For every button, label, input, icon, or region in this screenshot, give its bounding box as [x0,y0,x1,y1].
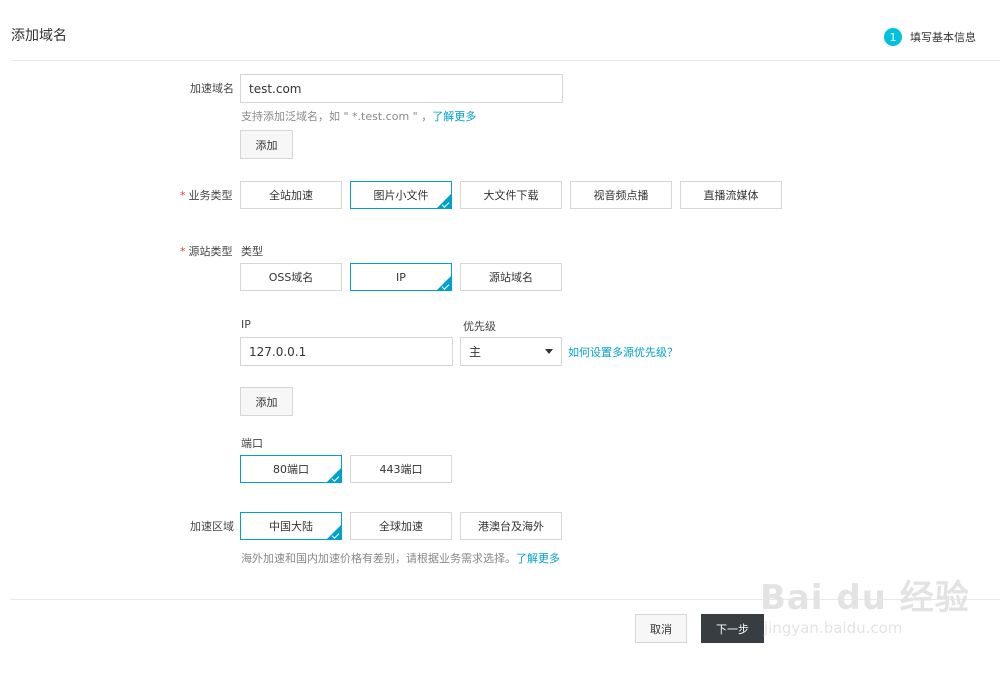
option-label: 中国大陆 [269,520,313,533]
chevron-down-icon [545,349,553,354]
business-option-vod[interactable]: 视音频点播 [570,181,672,209]
option-label: 80端口 [273,463,309,476]
header-divider [10,60,1000,61]
add-origin-button[interactable]: 添加 [240,387,293,416]
option-label: 视音频点播 [593,189,649,202]
required-mark: * [180,245,186,258]
watermark-brand: Bai du 经验 [760,578,970,618]
domain-hint-text: 支持添加泛域名，如 " *.test.com " ， [241,110,433,123]
region-learn-more-link[interactable]: 了解更多 [516,552,560,565]
domain-learn-more-link[interactable]: 了解更多 [432,110,476,123]
origin-type-label-text: 源站类型 [188,245,233,258]
next-button[interactable]: 下一步 [701,614,764,643]
priority-label: 优先级 [463,320,496,333]
step-indicator: 1 填写基本信息 [884,28,976,46]
origin-option-ip[interactable]: IP [350,263,452,291]
baidu-watermark: Bai du 经验 jingyan.baidu.com [760,570,990,660]
option-label: IP [396,270,406,284]
region-label: 加速区域 [190,520,234,533]
port-option-443[interactable]: 443端口 [350,455,452,483]
option-label: 全站加速 [269,189,313,202]
business-option-image-small-file[interactable]: 图片小文件 [350,181,452,209]
business-type-label: * 业务类型 [180,187,233,203]
domain-label: 加速域名 [190,82,234,95]
add-domain-button[interactable]: 添加 [240,130,293,159]
region-option-overseas[interactable]: 港澳台及海外 [460,512,562,540]
required-mark: * [180,189,186,202]
region-option-mainland[interactable]: 中国大陆 [240,512,342,540]
option-label: 443端口 [379,463,423,476]
business-option-live[interactable]: 直播流媒体 [680,181,782,209]
option-label: 大文件下载 [483,189,539,202]
cancel-button[interactable]: 取消 [635,614,687,643]
ip-label: IP [241,318,251,331]
option-label: 图片小文件 [373,189,429,202]
region-hint-text: 海外加速和国内加速价格有差别，请根据业务需求选择。 [241,552,516,565]
business-type-label-text: 业务类型 [188,189,233,202]
step-label: 填写基本信息 [910,31,976,44]
watermark-url: jingyan.baidu.com [764,619,903,637]
option-label: 全球加速 [379,520,423,533]
business-option-full-site[interactable]: 全站加速 [240,181,342,209]
origin-option-oss[interactable]: OSS域名 [240,263,342,291]
port-option-80[interactable]: 80端口 [240,455,342,483]
port-label: 端口 [241,437,263,450]
domain-hint: 支持添加泛域名，如 " *.test.com " ，了解更多 [241,108,476,124]
origin-type-sub-label: 类型 [241,245,263,258]
domain-input[interactable]: test.com [240,74,563,103]
region-hint: 海外加速和国内加速价格有差别，请根据业务需求选择。了解更多 [241,550,560,566]
priority-select[interactable]: 主 [460,337,562,366]
business-option-large-file[interactable]: 大文件下载 [460,181,562,209]
option-label: 源站域名 [489,271,533,284]
step-number: 1 [884,28,902,46]
origin-option-domain[interactable]: 源站域名 [460,263,562,291]
origin-type-label: * 源站类型 [180,243,233,259]
page-title: 添加域名 [11,28,67,44]
priority-value: 主 [469,345,482,359]
region-option-global[interactable]: 全球加速 [350,512,452,540]
option-label: 直播流媒体 [703,189,759,202]
option-label: 港澳台及海外 [478,520,544,533]
ip-input[interactable]: 127.0.0.1 [240,337,453,366]
priority-help-link[interactable]: 如何设置多源优先级？ [568,344,678,360]
option-label: OSS域名 [268,271,314,284]
